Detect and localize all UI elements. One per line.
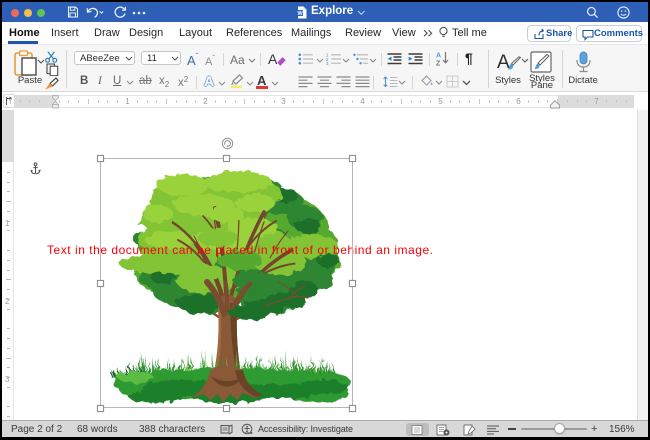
svg-text:W: W <box>297 11 303 17</box>
svg-text:3: 3 <box>326 61 329 65</box>
svg-text:A: A <box>436 53 441 60</box>
svg-text:Z: Z <box>436 61 441 67</box>
